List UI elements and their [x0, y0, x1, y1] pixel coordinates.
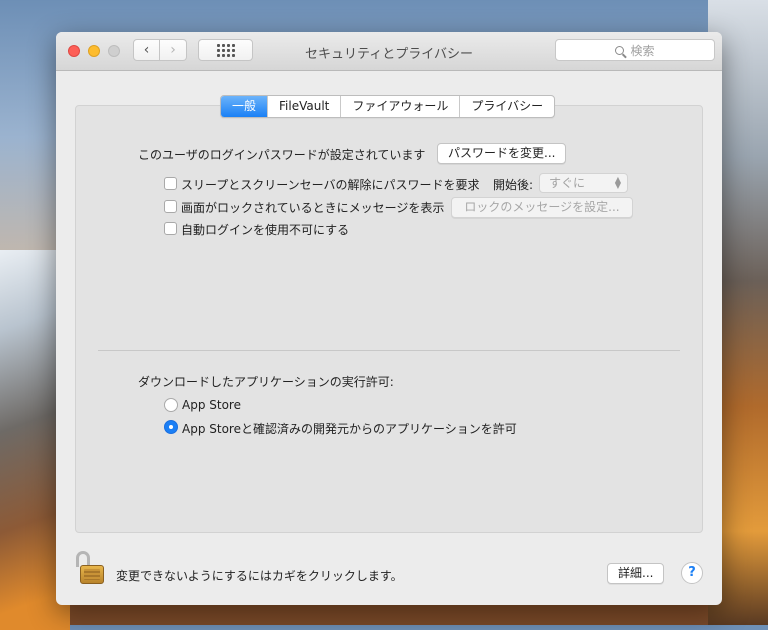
require-password-label: スリープとスクリーンセーバの解除にパスワードを要求	[181, 178, 480, 192]
search-placeholder: 検索	[630, 43, 655, 58]
radio-app-store-identified-label: App Storeと確認済みの開発元からのアプリケーションを許可	[182, 422, 517, 436]
show-message-checkbox[interactable]	[164, 200, 177, 213]
updown-arrows-icon: ▲ ▼	[614, 175, 621, 190]
lock-icon[interactable]	[75, 550, 109, 586]
disable-autologin-checkbox[interactable]	[164, 222, 177, 235]
radio-app-store-label: App Store	[182, 398, 241, 412]
tab-general[interactable]: 一般	[221, 96, 269, 117]
radio-app-store-identified[interactable]	[164, 420, 178, 434]
tab-privacy[interactable]: プライバシー	[460, 96, 554, 117]
lock-instruction-text: 変更できないようにするにはカギをクリックします。	[116, 569, 403, 583]
section-divider	[98, 350, 680, 351]
radio-app-store[interactable]	[164, 398, 178, 412]
start-after-select[interactable]: すぐに ▲ ▼	[539, 173, 628, 193]
search-icon	[615, 45, 625, 55]
start-after-label: 開始後:	[493, 178, 534, 192]
advanced-button[interactable]: 詳細...	[607, 563, 665, 584]
downloads-heading: ダウンロードしたアプリケーションの実行許可:	[138, 375, 394, 389]
change-password-button[interactable]: パスワードを変更...	[437, 143, 567, 164]
help-button[interactable]: ?	[681, 562, 703, 584]
content-pane	[75, 105, 703, 533]
show-message-label: 画面がロックされているときにメッセージを表示	[181, 201, 445, 215]
tab-bar: 一般 FileVault ファイアウォール プライバシー	[220, 95, 556, 118]
disable-autologin-label: 自動ログインを使用不可にする	[181, 223, 350, 237]
tab-filevault[interactable]: FileVault	[268, 96, 342, 117]
search-field[interactable]: 検索	[555, 39, 715, 61]
tab-firewall[interactable]: ファイアウォール	[341, 96, 461, 117]
require-password-checkbox[interactable]	[164, 177, 177, 190]
password-status-label: このユーザのログインパスワードが設定されています	[138, 148, 426, 162]
start-after-value: すぐに	[549, 176, 586, 190]
title-bar: ‹ › セキュリティとプライバシー 検索	[56, 32, 722, 71]
preferences-window: ‹ › セキュリティとプライバシー 検索 一般 FileVault ファイアウォ…	[56, 32, 722, 605]
set-lock-message-button[interactable]: ロックのメッセージを設定...	[451, 197, 633, 218]
